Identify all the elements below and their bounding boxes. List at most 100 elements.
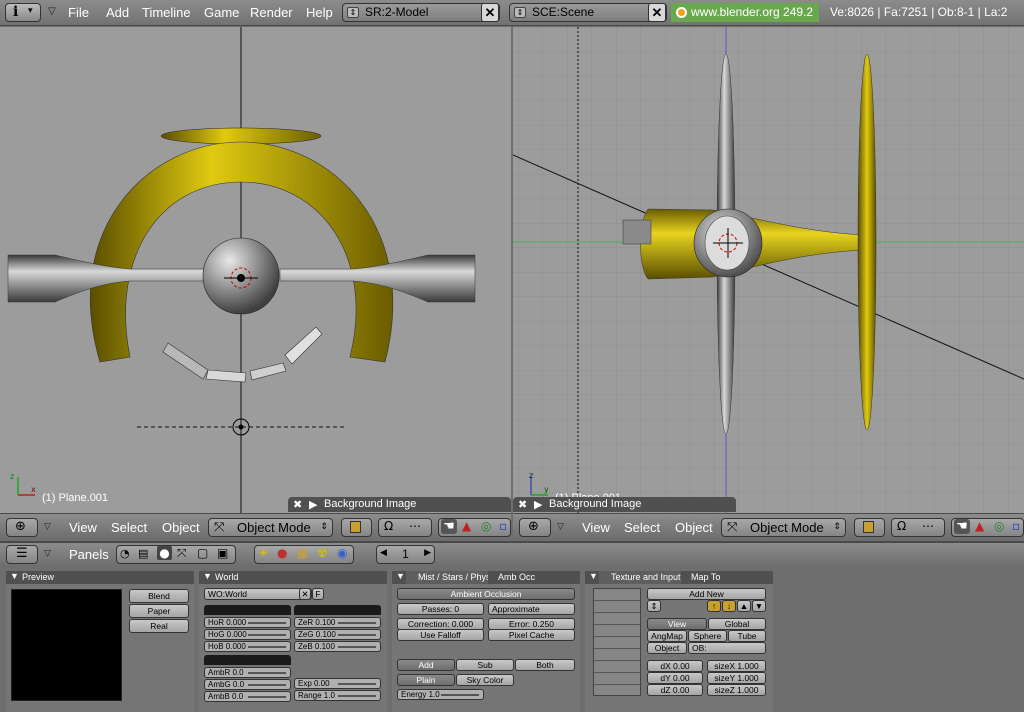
offset-z-field[interactable]: dZ 0.00 <box>647 684 703 696</box>
texture-channel[interactable] <box>594 589 640 601</box>
zenith-green-slider[interactable]: ZeG 0.100 <box>294 629 381 640</box>
play-icon[interactable]: ▶ <box>309 498 317 511</box>
exposure-slider[interactable]: Exp 0.00 <box>294 678 381 689</box>
menu-game[interactable]: Game <box>204 5 239 20</box>
menu-select[interactable]: Select <box>111 520 147 535</box>
manipulator-buttons[interactable]: ☚ ▲ ◎ ▫ <box>951 518 1024 537</box>
world-name-field[interactable]: WO:World <box>204 588 312 600</box>
range-slider[interactable]: Range 1.0 <box>294 690 381 701</box>
sphere-coords-button[interactable]: Sphere <box>688 630 727 642</box>
use-falloff-button[interactable]: Use Falloff <box>397 629 484 641</box>
world-panel-title[interactable]: ▼ World <box>199 571 387 584</box>
add-mode-button[interactable]: Add <box>397 659 455 671</box>
paper-button[interactable]: Paper <box>129 604 189 618</box>
rotate-ring-icon[interactable]: ◎ <box>481 519 491 533</box>
scale-icon[interactable]: ▫ <box>1012 519 1020 533</box>
background-image-panel[interactable]: ✖ ▶ Background Image <box>288 497 511 512</box>
collapse-menu-icon[interactable]: ▽ <box>44 549 51 559</box>
front-view-canvas[interactable]: z x <box>0 27 511 513</box>
world-icon[interactable]: ◉ <box>337 546 347 560</box>
global-coords-button[interactable]: Global <box>708 618 766 630</box>
mode-selector[interactable]: ⤧ Object Mode ⇕ <box>721 518 846 537</box>
collapse-menu-icon[interactable]: ▽ <box>48 6 56 17</box>
info-window-type-button[interactable]: i ▾ <box>5 3 41 22</box>
window-type-button[interactable]: ☰ <box>6 545 38 564</box>
ambient-color-swatch[interactable] <box>204 655 291 665</box>
horizon-green-slider[interactable]: HoG 0.000 <box>204 629 291 640</box>
tab-texture-and-input[interactable]: Texture and Input <box>599 571 681 584</box>
3d-viewport-side[interactable]: z y (1) Plane.001 <box>513 27 1024 513</box>
tab-mist-stars-physics[interactable]: Mist / Stars / Physi <box>406 571 488 584</box>
texture-icon[interactable]: ▦ <box>297 546 308 560</box>
zenith-red-slider[interactable]: ZeR 0.100 <box>294 617 381 628</box>
3d-viewport-front[interactable]: z x (1) Plane.001 <box>0 27 511 513</box>
tab-map-to[interactable]: Map To <box>685 571 720 582</box>
texture-browse-button[interactable]: ⇕ <box>647 600 661 612</box>
offset-x-field[interactable]: dX 0.00 <box>647 660 703 672</box>
collapse-menu-icon[interactable]: ▽ <box>557 522 564 532</box>
menu-render[interactable]: Render <box>250 5 293 20</box>
object-icon[interactable]: ⤧ <box>177 546 187 561</box>
horizon-color-swatch[interactable] <box>204 605 291 615</box>
approximate-select[interactable]: Approximate <box>488 603 575 615</box>
hand-icon[interactable]: ☚ <box>441 519 457 534</box>
view-coords-button[interactable]: View <box>647 618 707 630</box>
offset-y-field[interactable]: dY 0.00 <box>647 672 703 684</box>
ambient-green-slider[interactable]: AmbG 0.0 <box>204 679 291 690</box>
copy-icon[interactable]: ↑ <box>707 600 721 612</box>
menu-select[interactable]: Select <box>624 520 660 535</box>
scene-icon[interactable]: ▣ <box>217 546 228 560</box>
scene-selector[interactable]: ⇕ SCE:Scene ✕ <box>509 3 667 22</box>
zenith-blue-slider[interactable]: ZeB 0.100 <box>294 641 381 652</box>
draw-type-button[interactable] <box>854 518 885 537</box>
hand-icon[interactable]: ☚ <box>954 519 970 534</box>
background-image-panel[interactable]: ✖ ▶ Background Image <box>513 497 736 512</box>
window-type-button[interactable]: ⊕ <box>519 518 551 537</box>
move-up-icon[interactable]: ▲ <box>737 600 751 612</box>
lamp-icon[interactable]: ☀ <box>258 546 269 560</box>
mode-selector[interactable]: ⤧ Object Mode ⇕ <box>208 518 333 537</box>
move-down-icon[interactable]: ▼ <box>752 600 766 612</box>
translate-triangle-icon[interactable]: ▲ <box>462 519 471 533</box>
ambient-occlusion-toggle[interactable]: Ambient Occlusion <box>397 588 575 600</box>
shading-icon[interactable]: ● <box>157 546 172 560</box>
material-icon[interactable]: ● <box>277 546 287 560</box>
size-x-field[interactable]: sizeX 1.000 <box>707 660 766 672</box>
object-name-field[interactable]: OB: <box>688 642 766 654</box>
menu-view[interactable]: View <box>582 520 610 535</box>
blender-url-banner[interactable]: www.blender.org 249.2 <box>671 3 819 22</box>
collapse-menu-icon[interactable]: ▽ <box>44 522 51 532</box>
manipulator-buttons[interactable]: ☚ ▲ ◎ ▫ <box>438 518 511 537</box>
tab-amb-occ[interactable]: Amb Occ <box>492 571 535 582</box>
play-icon[interactable]: ▶ <box>534 498 542 511</box>
world-fake-user-button[interactable]: F <box>312 588 324 600</box>
horizon-red-slider[interactable]: HoR 0.000 <box>204 617 291 628</box>
draw-type-button[interactable] <box>341 518 372 537</box>
zenith-color-swatch[interactable] <box>294 605 381 615</box>
tube-coords-button[interactable]: Tube <box>728 630 766 642</box>
texture-channel[interactable] <box>594 625 640 637</box>
texture-channel[interactable] <box>594 673 640 685</box>
pivot-snap-buttons[interactable]: Ω ⋯ <box>378 518 432 537</box>
translate-triangle-icon[interactable]: ▲ <box>975 519 984 533</box>
sub-mode-button[interactable]: Sub <box>456 659 514 671</box>
passes-field[interactable]: Passes: 0 <box>397 603 484 615</box>
context-buttons[interactable]: ◔ ▤ ● ⤧ ▢ ▣ <box>116 545 236 564</box>
angmap-coords-button[interactable]: AngMap <box>647 630 687 642</box>
texture-channel[interactable] <box>594 661 640 673</box>
size-y-field[interactable]: sizeY 1.000 <box>707 672 766 684</box>
close-icon[interactable]: ✖ <box>518 498 527 511</box>
energy-slider[interactable]: Energy 1.0 <box>397 689 484 700</box>
script-icon[interactable]: ▤ <box>138 547 148 560</box>
menu-object[interactable]: Object <box>162 520 200 535</box>
frame-counter[interactable]: ◀ 1 ▶ <box>376 545 435 564</box>
screen-selector[interactable]: ⇕ SR:2-Model ✕ <box>342 3 500 22</box>
radiosity-icon[interactable]: ☢ <box>317 546 328 560</box>
texture-channel-list[interactable] <box>593 588 641 696</box>
blend-button[interactable]: Blend <box>129 589 189 603</box>
texture-channel[interactable] <box>594 613 640 625</box>
ambient-red-slider[interactable]: AmbR 0.0 <box>204 667 291 678</box>
both-mode-button[interactable]: Both <box>515 659 575 671</box>
sky-color-button[interactable]: Sky Color <box>456 674 514 686</box>
object-coords-button[interactable]: Object <box>647 642 687 654</box>
